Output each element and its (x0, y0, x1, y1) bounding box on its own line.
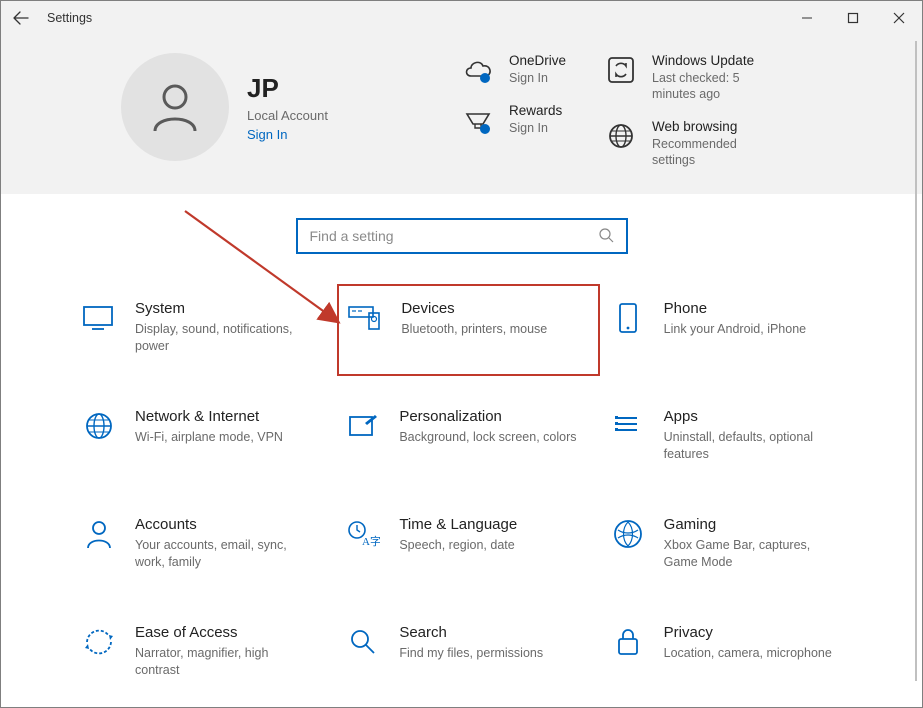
info-onedrive[interactable]: OneDrive Sign In (461, 53, 566, 87)
privacy-icon (610, 624, 646, 660)
category-system-sub: Display, sound, notifications, power (135, 321, 315, 355)
back-button[interactable] (1, 1, 41, 35)
category-apps-sub: Uninstall, defaults, optional features (664, 429, 844, 463)
category-time-sub: Speech, region, date (399, 537, 517, 554)
avatar (121, 53, 229, 161)
search-category-icon (345, 624, 381, 660)
personalization-icon (345, 408, 381, 444)
info-cards: OneDrive Sign In Rewards Sign I (461, 53, 882, 168)
category-devices-sub: Bluetooth, printers, mouse (401, 321, 547, 338)
info-web-browsing[interactable]: Web browsing Recommended settings (604, 119, 772, 169)
category-devices-title: Devices (401, 300, 547, 317)
user-block[interactable]: JP Local Account Sign In (121, 53, 461, 161)
maximize-icon (847, 12, 859, 24)
category-network-sub: Wi-Fi, airplane mode, VPN (135, 429, 283, 446)
category-devices[interactable]: Devices Bluetooth, printers, mouse (337, 284, 599, 376)
info-rewards-sub: Sign In (509, 120, 562, 136)
info-browsing-title: Web browsing (652, 119, 772, 134)
category-gaming-sub: Xbox Game Bar, captures, Game Mode (664, 537, 844, 571)
phone-icon (610, 300, 646, 336)
scrollbar-thumb[interactable] (915, 41, 917, 681)
window-controls (784, 1, 922, 35)
category-gaming-title: Gaming (664, 516, 844, 533)
sync-icon (604, 53, 638, 87)
close-icon (893, 12, 905, 24)
category-time-language[interactable]: A字 Time & Language Speech, region, date (341, 512, 595, 576)
category-privacy-sub: Location, camera, microphone (664, 645, 832, 662)
user-text: JP Local Account Sign In (247, 73, 328, 142)
user-account-type: Local Account (247, 108, 328, 123)
maximize-button[interactable] (830, 1, 876, 35)
category-phone-sub: Link your Android, iPhone (664, 321, 806, 338)
category-apps[interactable]: Apps Uninstall, defaults, optional featu… (606, 404, 860, 468)
category-personalization-sub: Background, lock screen, colors (399, 429, 576, 446)
system-icon (81, 300, 117, 336)
user-signin-link[interactable]: Sign In (247, 127, 328, 142)
time-language-icon: A字 (345, 516, 381, 552)
category-gaming[interactable]: Gaming Xbox Game Bar, captures, Game Mod… (606, 512, 860, 576)
ease-of-access-icon (81, 624, 117, 660)
category-search-title: Search (399, 624, 543, 641)
category-personalization-title: Personalization (399, 408, 576, 425)
close-button[interactable] (876, 1, 922, 35)
info-onedrive-title: OneDrive (509, 53, 566, 68)
category-network-title: Network & Internet (135, 408, 283, 425)
back-arrow-icon (13, 10, 29, 26)
globe-icon (81, 408, 117, 444)
person-icon (147, 79, 203, 135)
gaming-icon (610, 516, 646, 552)
info-windows-update[interactable]: Windows Update Last checked: 5 minutes a… (604, 53, 772, 103)
category-accounts-title: Accounts (135, 516, 315, 533)
category-accounts-sub: Your accounts, email, sync, work, family (135, 537, 315, 571)
globe-dark-icon (604, 119, 638, 153)
category-ease-sub: Narrator, magnifier, high contrast (135, 645, 315, 679)
rewards-icon (461, 103, 495, 137)
category-ease-title: Ease of Access (135, 624, 315, 641)
window-title: Settings (41, 11, 784, 25)
category-system-title: System (135, 300, 315, 317)
category-search-sub: Find my files, permissions (399, 645, 543, 662)
searchbar-wrap (1, 194, 922, 268)
info-rewards-title: Rewards (509, 103, 562, 118)
accounts-icon (81, 516, 117, 552)
settings-window: Settings JP Local Account (0, 0, 923, 708)
category-accounts[interactable]: Accounts Your accounts, email, sync, wor… (77, 512, 331, 576)
cloud-icon (461, 53, 495, 87)
devices-icon (347, 300, 383, 336)
scrollbar[interactable] (910, 35, 920, 703)
category-ease-of-access[interactable]: Ease of Access Narrator, magnifier, high… (77, 620, 331, 684)
category-apps-title: Apps (664, 408, 844, 425)
searchbar[interactable] (296, 218, 628, 254)
category-phone[interactable]: Phone Link your Android, iPhone (606, 296, 860, 360)
minimize-button[interactable] (784, 1, 830, 35)
category-time-title: Time & Language (399, 516, 517, 533)
svg-text:A字: A字 (362, 534, 380, 548)
category-privacy[interactable]: Privacy Location, camera, microphone (606, 620, 860, 684)
category-personalization[interactable]: Personalization Background, lock screen,… (341, 404, 595, 468)
titlebar: Settings (1, 1, 922, 35)
info-rewards[interactable]: Rewards Sign In (461, 103, 566, 137)
user-name: JP (247, 73, 328, 104)
header-panel: JP Local Account Sign In OneDrive Sig (1, 35, 922, 194)
category-phone-title: Phone (664, 300, 806, 317)
apps-icon (610, 408, 646, 444)
search-input[interactable] (308, 227, 598, 245)
info-update-title: Windows Update (652, 53, 772, 68)
info-onedrive-sub: Sign In (509, 70, 566, 86)
categories-grid: System Display, sound, notifications, po… (1, 268, 922, 694)
category-privacy-title: Privacy (664, 624, 832, 641)
info-browsing-sub: Recommended settings (652, 136, 772, 169)
category-system[interactable]: System Display, sound, notifications, po… (77, 296, 331, 360)
info-update-sub: Last checked: 5 minutes ago (652, 70, 772, 103)
category-search[interactable]: Search Find my files, permissions (341, 620, 595, 684)
category-network[interactable]: Network & Internet Wi-Fi, airplane mode,… (77, 404, 331, 468)
minimize-icon (801, 12, 813, 24)
search-icon (598, 227, 616, 245)
